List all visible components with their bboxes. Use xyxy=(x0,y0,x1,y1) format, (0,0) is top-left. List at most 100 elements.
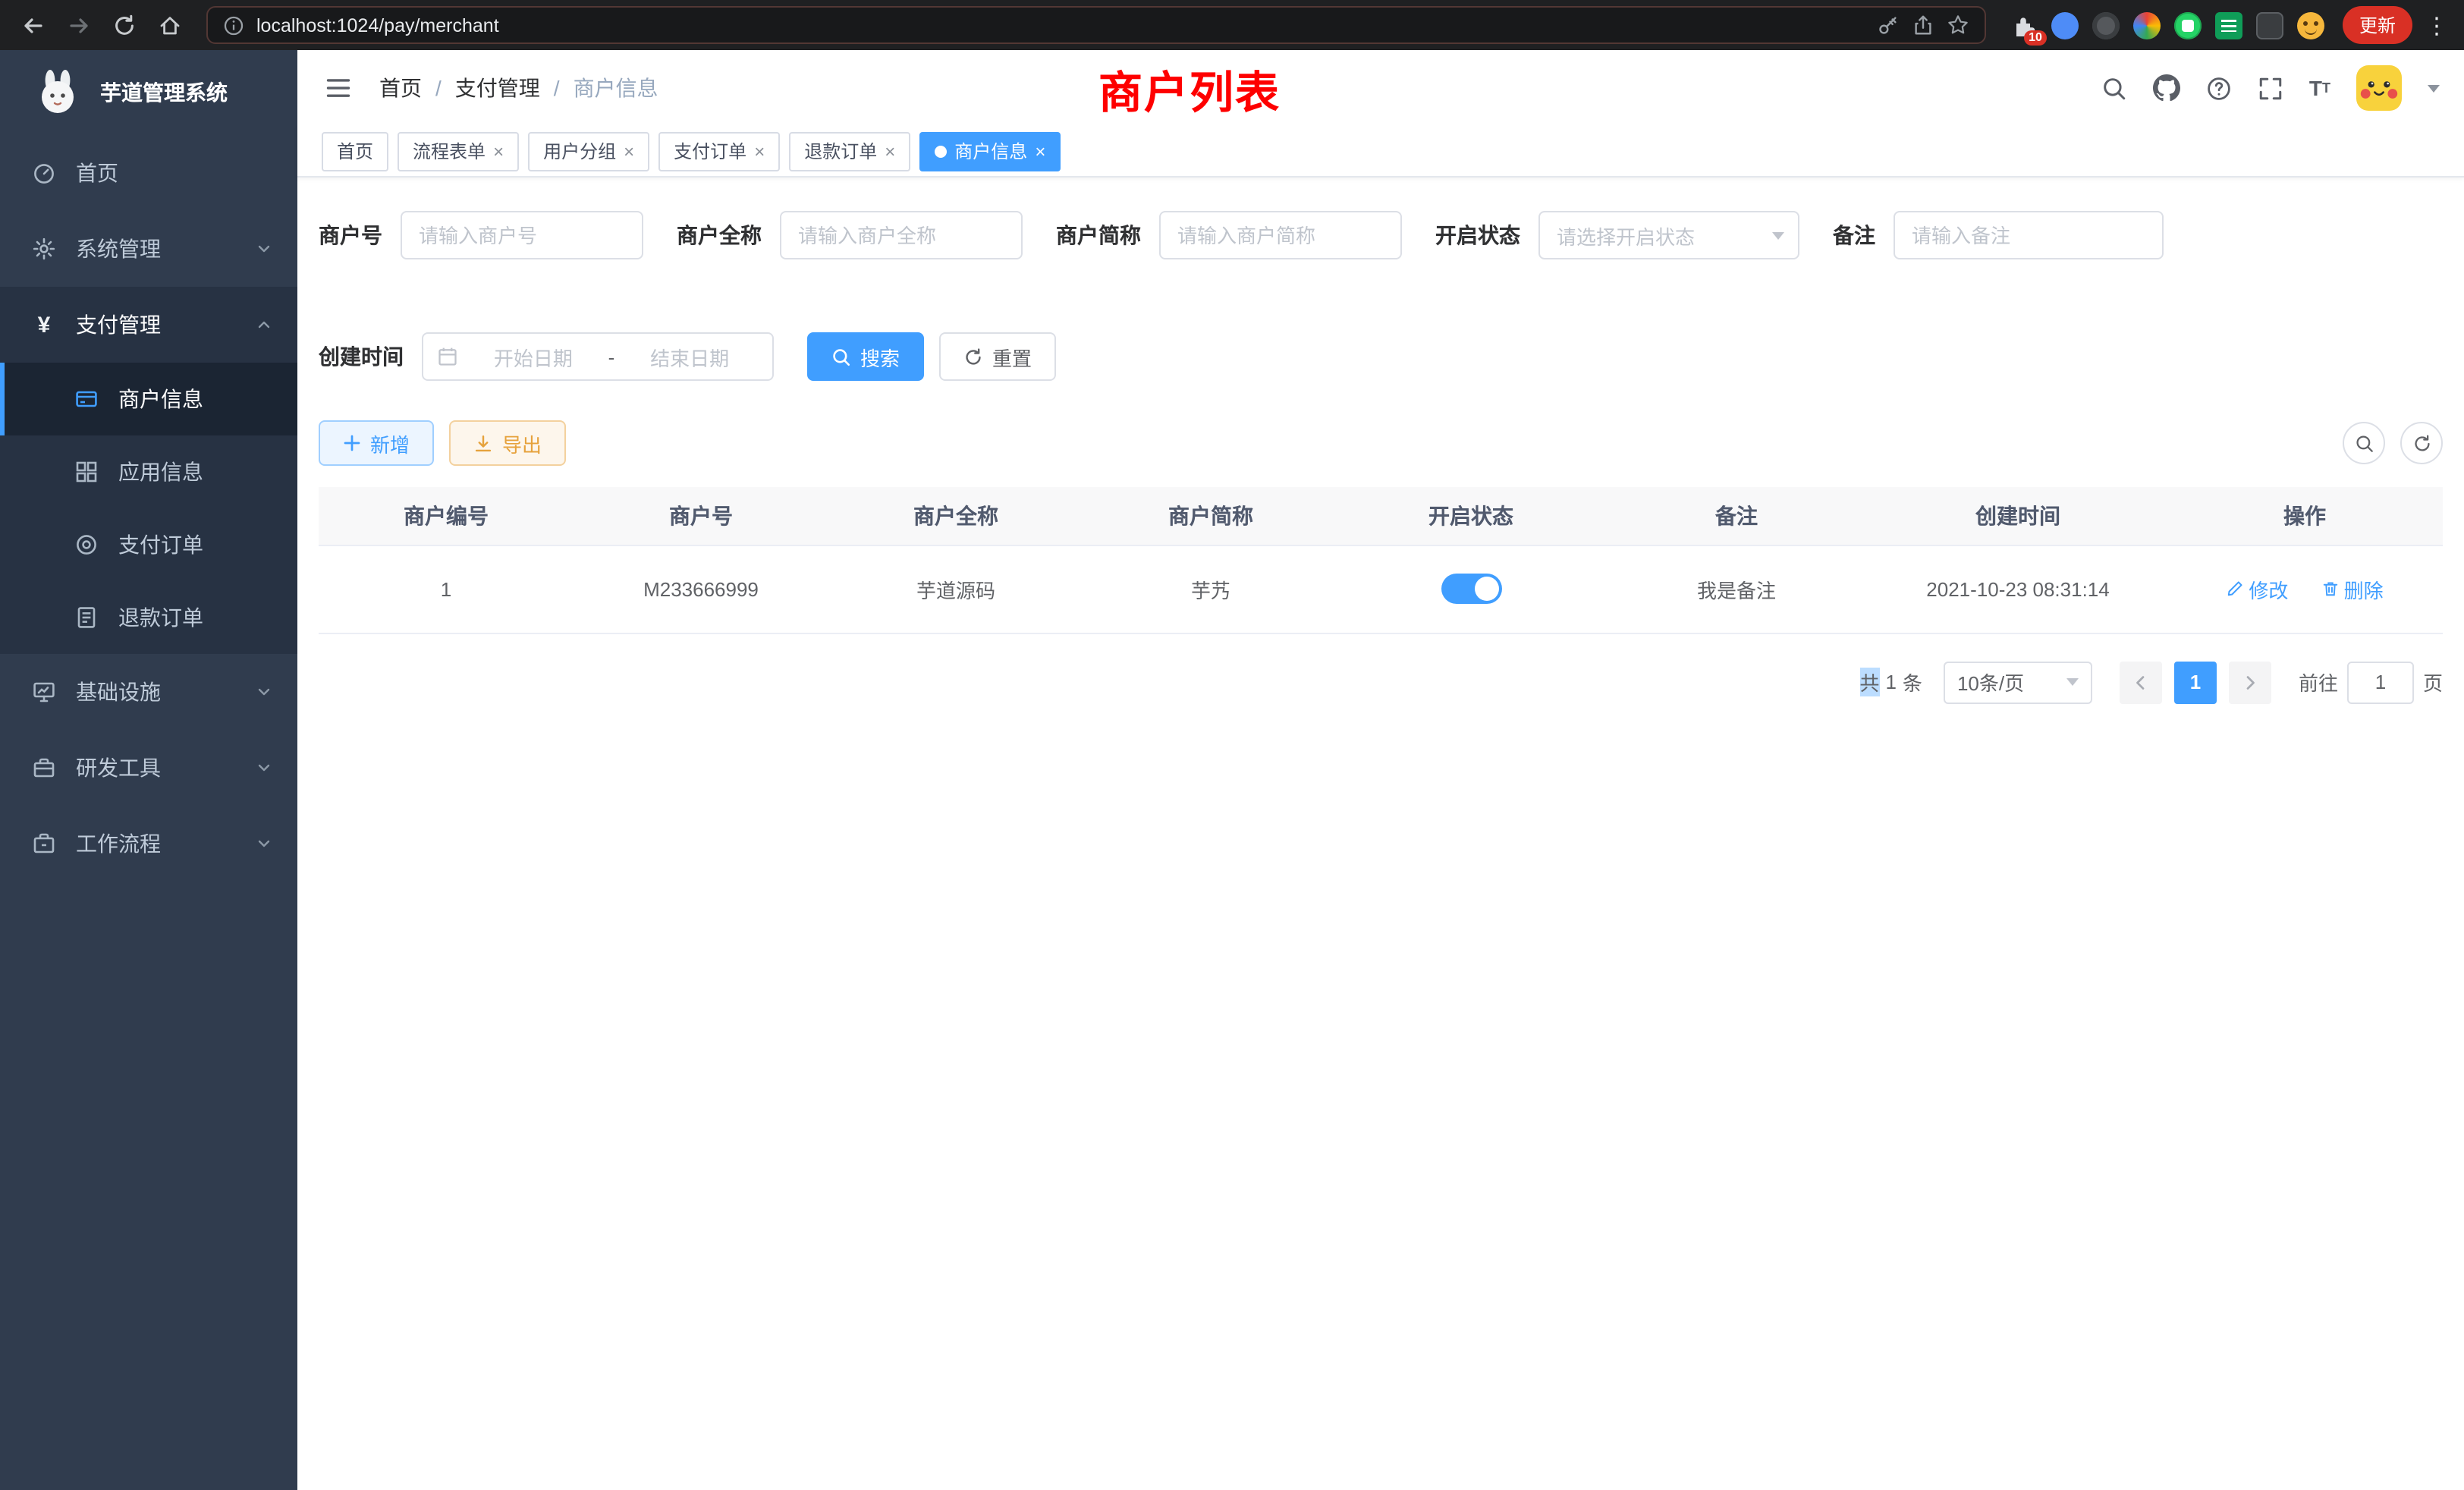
jump-page-input[interactable] xyxy=(2347,661,2414,703)
sidebar-item-label: 工作流程 xyxy=(76,828,161,859)
column-header: 商户简称 xyxy=(1083,487,1338,545)
reset-button[interactable]: 重置 xyxy=(939,332,1056,381)
bookmark-star-icon[interactable] xyxy=(1947,14,1969,36)
breadcrumb: 首页 / 支付管理 / 商户信息 xyxy=(379,73,658,103)
share-icon[interactable] xyxy=(1912,14,1934,36)
plus-icon xyxy=(343,434,361,452)
page-jumper: 前往 页 xyxy=(2299,661,2443,703)
sidebar-item-label: 商户信息 xyxy=(118,384,203,414)
browser-home-button[interactable] xyxy=(149,4,191,46)
breadcrumb-home[interactable]: 首页 xyxy=(379,73,422,103)
button-label: 新增 xyxy=(370,429,410,457)
extensions-badge: 10 xyxy=(2024,30,2047,45)
sidebar-item-infrastructure[interactable]: 基础设施 xyxy=(0,654,297,730)
help-icon[interactable] xyxy=(2206,75,2232,101)
user-avatar[interactable] xyxy=(2356,65,2402,111)
sidebar-item-merchant-info[interactable]: 商户信息 xyxy=(0,363,297,435)
site-info-icon[interactable] xyxy=(223,14,244,36)
browser-update-button[interactable]: 更新 xyxy=(2343,6,2412,44)
date-range-picker[interactable]: 开始日期 - 结束日期 xyxy=(422,332,774,381)
column-header: 备注 xyxy=(1604,487,1869,545)
sidebar-item-home[interactable]: 首页 xyxy=(0,135,297,211)
export-button[interactable]: 导出 xyxy=(449,420,566,466)
remark-input[interactable] xyxy=(1894,211,2164,259)
close-icon[interactable] xyxy=(754,142,765,160)
close-icon[interactable] xyxy=(624,142,634,160)
document-icon xyxy=(73,605,100,630)
chevron-left-icon xyxy=(2132,673,2150,691)
sidebar-item-system[interactable]: 系统管理 xyxy=(0,211,297,287)
sidebar-item-workflow[interactable]: 工作流程 xyxy=(0,806,297,882)
next-page-button[interactable] xyxy=(2229,661,2271,703)
merchant-no-input[interactable] xyxy=(401,211,643,259)
search-icon[interactable] xyxy=(2101,75,2127,101)
password-key-icon[interactable] xyxy=(1877,14,1900,36)
column-header: 商户编号 xyxy=(319,487,574,545)
navbar-actions xyxy=(2101,65,2440,111)
button-label: 搜索 xyxy=(860,342,900,371)
status-select[interactable]: 请选择开启状态 xyxy=(1538,211,1799,259)
sidebar-item-app-info[interactable]: 应用信息 xyxy=(0,435,297,508)
tab-user-group[interactable]: 用户分组 xyxy=(528,131,649,171)
add-button[interactable]: 新增 xyxy=(319,420,434,466)
search-button[interactable]: 搜索 xyxy=(807,332,924,381)
sidebar-item-label: 支付订单 xyxy=(118,530,203,560)
prev-page-button[interactable] xyxy=(2120,661,2162,703)
pikachu-avatar-image xyxy=(2356,65,2402,111)
extension-icon[interactable] xyxy=(2133,11,2161,39)
page-size-select[interactable]: 10条/页 xyxy=(1944,661,2092,703)
sidebar-collapse-icon[interactable] xyxy=(322,71,355,105)
browser-reload-button[interactable] xyxy=(103,4,146,46)
tab-merchant-info[interactable]: 商户信息 xyxy=(919,131,1061,171)
profile-avatar-icon[interactable] xyxy=(2297,11,2324,39)
url-text: localhost:1024/pay/merchant xyxy=(256,14,1865,36)
browser-forward-button[interactable] xyxy=(58,4,100,46)
chevron-up-icon xyxy=(255,316,273,334)
sidebar: 芋道管理系统 首页 系统管理 ¥ 支付管理 xyxy=(0,50,297,1490)
gear-icon xyxy=(30,237,58,261)
sidebar-item-pay-orders[interactable]: 支付订单 xyxy=(0,508,297,581)
tab-label: 商户信息 xyxy=(954,138,1027,164)
fullscreen-icon[interactable] xyxy=(2258,75,2283,101)
edit-link[interactable]: 修改 xyxy=(2226,574,2288,603)
sidebar-item-refund-orders[interactable]: 退款订单 xyxy=(0,581,297,654)
avatar-caret-down-icon[interactable] xyxy=(2428,84,2440,92)
status-toggle[interactable] xyxy=(1441,574,1501,604)
sidebar-item-payment[interactable]: ¥ 支付管理 xyxy=(0,287,297,363)
short-name-input[interactable] xyxy=(1159,211,1402,259)
page-number-button[interactable]: 1 xyxy=(2174,661,2217,703)
close-icon[interactable] xyxy=(885,142,895,160)
tab-pay-orders[interactable]: 支付订单 xyxy=(658,131,780,171)
sidebar-item-label: 系统管理 xyxy=(76,234,161,264)
breadcrumb-payment[interactable]: 支付管理 xyxy=(455,73,540,103)
close-icon[interactable] xyxy=(1035,142,1045,160)
extension-icon[interactable] xyxy=(2174,11,2202,39)
extension-icon[interactable] xyxy=(2051,11,2079,39)
delete-link[interactable]: 删除 xyxy=(2321,574,2384,603)
font-size-icon[interactable] xyxy=(2309,76,2330,100)
browser-back-button[interactable] xyxy=(12,4,55,46)
github-icon[interactable] xyxy=(2153,74,2180,102)
cell-full-name: 芋道源码 xyxy=(828,545,1083,633)
toggle-search-button[interactable] xyxy=(2343,422,2385,464)
app-logo[interactable]: 芋道管理系统 xyxy=(0,50,297,135)
tab-home[interactable]: 首页 xyxy=(322,131,388,171)
button-label: 导出 xyxy=(502,429,542,457)
address-bar[interactable]: localhost:1024/pay/merchant xyxy=(206,6,1986,44)
extension-icon[interactable] xyxy=(2256,11,2283,39)
tab-refund-orders[interactable]: 退款订单 xyxy=(789,131,910,171)
extension-icon[interactable] xyxy=(2092,11,2120,39)
extension-icon[interactable] xyxy=(2215,11,2242,39)
sidebar-item-dev-tools[interactable]: 研发工具 xyxy=(0,730,297,806)
browser-menu-icon[interactable]: ⋮ xyxy=(2422,11,2452,39)
refresh-table-button[interactable] xyxy=(2400,422,2443,464)
tab-process-form[interactable]: 流程表单 xyxy=(398,131,519,171)
cell-short-name: 芋艿 xyxy=(1083,545,1338,633)
close-icon[interactable] xyxy=(493,142,504,160)
cell-merchant-id: 1 xyxy=(319,545,574,633)
filter-form: 商户号 商户全称 商户简称 开启状态 请选择开启状态 xyxy=(319,211,2443,381)
column-header: 创建时间 xyxy=(1869,487,2167,545)
breadcrumb-separator: / xyxy=(435,76,442,100)
extensions-puzzle-icon[interactable]: 10 xyxy=(2010,11,2038,39)
full-name-input[interactable] xyxy=(780,211,1023,259)
